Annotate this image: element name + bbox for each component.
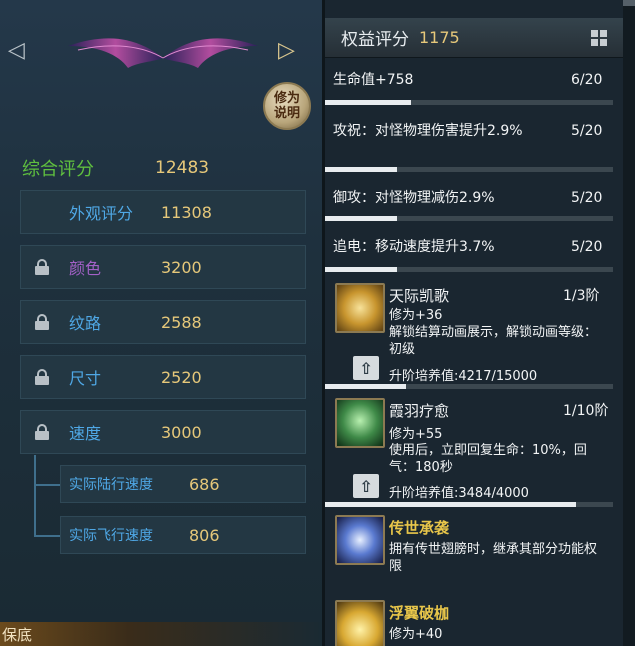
benefits-header: 权益评分 1175 xyxy=(325,18,623,58)
benefits-score: 1175 xyxy=(419,28,460,47)
stat-row-speed[interactable]: 速度 3000 xyxy=(20,410,306,454)
next-arrow-icon[interactable]: ▷ xyxy=(278,40,295,62)
benefits-title: 权益评分 xyxy=(341,30,409,50)
lock-icon xyxy=(35,259,49,275)
stat-value: 11308 xyxy=(161,202,212,222)
stat-value: 2588 xyxy=(161,312,202,332)
benefits-panel: 权益评分 1175 生命值+758 6/20 攻祝：对怪物理伤害提升2.9% 5… xyxy=(325,0,623,646)
stat-label: 颜色 xyxy=(69,259,102,278)
modify-explanation-button[interactable]: 修为说明 xyxy=(263,82,311,130)
skill-progress-fill xyxy=(325,502,576,507)
stat-value: 3000 xyxy=(161,422,202,442)
skill-level: 1/3阶 xyxy=(563,288,600,304)
upgrade-arrow-icon[interactable]: ⇧ xyxy=(353,474,379,498)
lock-icon xyxy=(35,424,49,440)
skill-progress-bar xyxy=(325,384,613,389)
guarantee-tab[interactable]: 保底 xyxy=(0,622,322,646)
upgrade-arrow-icon[interactable]: ⇧ xyxy=(353,356,379,380)
skill-name: 天际凯歌 xyxy=(389,287,450,305)
skill-bonus: 修为+55 xyxy=(389,427,443,442)
golden-wing-icon xyxy=(335,600,385,646)
skill-train-value: 升阶培养值:4217/15000 xyxy=(389,369,538,384)
attribute-count: 5/20 xyxy=(571,239,603,255)
total-score-label: 综合评分 xyxy=(22,159,94,180)
scrollbar-thumb[interactable] xyxy=(623,0,635,6)
blue-wing-crest-icon xyxy=(335,515,385,565)
attribute-progress-fill xyxy=(325,100,412,105)
attribute-text: 生命值+758 xyxy=(333,72,414,88)
total-score-value: 12483 xyxy=(155,158,210,178)
attribute-count: 6/20 xyxy=(571,72,603,88)
tree-connector xyxy=(34,484,60,486)
sub-stat-land-speed: 实际陆行速度 686 xyxy=(60,465,306,503)
stat-label: 速度 xyxy=(69,424,102,443)
wings-image xyxy=(68,38,258,68)
skill-level: 1/10阶 xyxy=(563,403,609,419)
attribute-text: 御攻：对怪物理减伤2.9% xyxy=(333,190,495,206)
tree-connector xyxy=(34,535,60,537)
skill-name: 传世承袭 xyxy=(389,519,450,537)
wing-overview-panel: ◁ ▷ 修为说明 综合评分 12483 外观评分 11308 颜色 3200 纹… xyxy=(0,0,322,646)
attribute-progress-bar xyxy=(325,267,613,272)
skill-name: 浮翼破枷 xyxy=(389,604,450,622)
attribute-text: 攻祝：对怪物理伤害提升2.9% xyxy=(333,123,523,139)
attribute-count: 5/20 xyxy=(571,123,603,139)
tree-connector xyxy=(34,455,36,537)
stat-value: 3200 xyxy=(161,257,202,277)
stat-label: 纹路 xyxy=(69,314,102,333)
attribute-progress-fill xyxy=(325,216,397,221)
prev-arrow-icon[interactable]: ◁ xyxy=(8,40,25,62)
attribute-progress-bar xyxy=(325,100,613,105)
skill-description: 使用后，立即回复生命：10%，回气：180秒 xyxy=(389,443,587,475)
scrollbar-track[interactable] xyxy=(623,0,635,646)
attribute-count: 5/20 xyxy=(571,190,603,206)
stat-value: 2520 xyxy=(161,367,202,387)
healing-figure-icon xyxy=(335,398,385,448)
sub-stat-flight-speed: 实际飞行速度 806 xyxy=(60,516,306,554)
skill-progress-bar xyxy=(325,502,613,507)
wing-preview: ◁ ▷ xyxy=(0,18,322,78)
grid-view-icon[interactable] xyxy=(591,30,607,46)
lock-icon xyxy=(35,314,49,330)
sub-stat-label: 实际飞行速度 xyxy=(69,528,153,544)
guarantee-tab-label: 保底 xyxy=(2,626,33,644)
attribute-progress-fill xyxy=(325,267,397,272)
stat-row-appearance[interactable]: 外观评分 11308 xyxy=(20,190,306,234)
lock-icon xyxy=(35,369,49,385)
stat-row-size[interactable]: 尺寸 2520 xyxy=(20,355,306,399)
gold-wing-burst-icon xyxy=(335,283,385,333)
attribute-text: 追电：移动速度提升3.7% xyxy=(333,239,495,255)
sub-stat-label: 实际陆行速度 xyxy=(69,477,153,493)
stat-row-color[interactable]: 颜色 3200 xyxy=(20,245,306,289)
modify-button-label: 修为说明 xyxy=(273,91,300,121)
skill-bonus: 修为+40 xyxy=(389,627,443,642)
skill-description: 拥有传世翅膀时，继承其部分功能权限 xyxy=(389,542,598,574)
stat-row-pattern[interactable]: 纹路 2588 xyxy=(20,300,306,344)
skill-bonus: 修为+36 xyxy=(389,308,443,323)
skill-description: 解锁结算动画展示，解锁动画等级：初级 xyxy=(389,325,598,357)
skill-train-value: 升阶培养值:3484/4000 xyxy=(389,486,529,501)
attribute-progress-bar xyxy=(325,167,613,172)
attribute-progress-bar xyxy=(325,216,613,221)
stat-label: 尺寸 xyxy=(69,369,102,388)
total-score-row: 综合评分 12483 xyxy=(22,155,209,181)
skill-progress-fill xyxy=(325,384,406,389)
stat-label: 外观评分 xyxy=(69,204,134,223)
attribute-progress-fill xyxy=(325,167,397,172)
skill-name: 霞羽疗愈 xyxy=(389,402,450,420)
sub-stat-value: 686 xyxy=(189,474,220,494)
sub-stat-value: 806 xyxy=(189,525,220,545)
